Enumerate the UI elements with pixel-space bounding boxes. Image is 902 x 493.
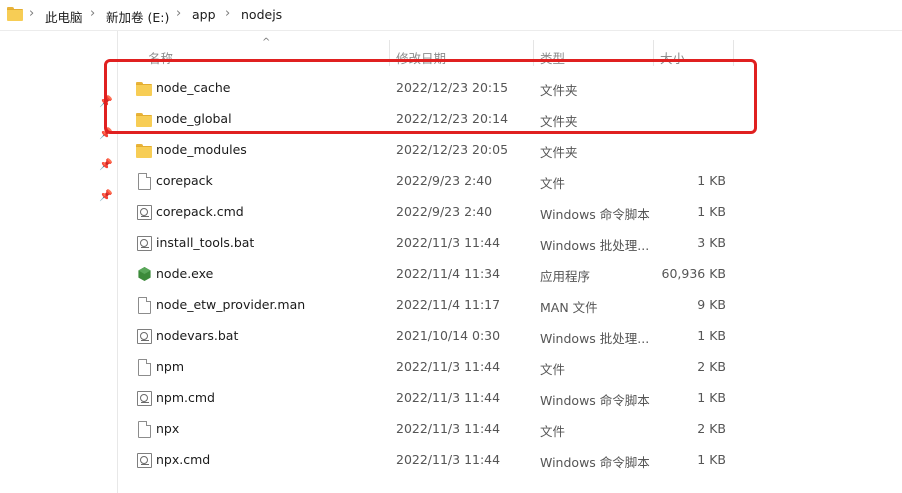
file-type: Windows 批处理... — [540, 331, 650, 346]
file-name: node_etw_provider.man — [156, 297, 306, 312]
file-date: 2022/12/23 20:05 — [396, 142, 509, 157]
breadcrumb-app[interactable]: app — [192, 7, 216, 22]
file-row[interactable]: npx 2022/11/3 11:44 文件 2 KB — [118, 414, 738, 445]
file-row[interactable]: node.exe 2022/11/4 11:34 应用程序 60,936 KB — [118, 259, 738, 290]
file-date: 2022/9/23 2:40 — [396, 173, 493, 188]
script-icon — [136, 235, 152, 251]
breadcrumb-this-pc[interactable]: 此电脑 — [45, 7, 83, 26]
file-date: 2022/11/3 11:44 — [396, 235, 501, 250]
folder-icon — [136, 142, 152, 158]
file-date: 2022/11/4 11:17 — [396, 297, 501, 312]
file-name: nodevars.bat — [156, 328, 239, 343]
script-icon — [136, 204, 152, 220]
file-type: Windows 命令脚本 — [540, 393, 650, 408]
file-type: 文件 — [540, 424, 566, 439]
file-name: install_tools.bat — [156, 235, 255, 250]
file-date: 2022/11/3 11:44 — [396, 421, 501, 436]
file-name: corepack — [156, 173, 213, 188]
pin-icon[interactable]: 📌 — [99, 159, 113, 171]
file-row[interactable]: node_etw_provider.man 2022/11/4 11:17 MAN … — [118, 290, 738, 321]
file-type: 文件 — [540, 362, 566, 377]
file-size: 1 KB — [697, 390, 726, 405]
file-row[interactable]: npm 2022/11/3 11:44 文件 2 KB — [118, 352, 738, 383]
sort-ascending-icon: ^ — [262, 37, 271, 48]
file-size: 1 KB — [697, 452, 726, 467]
file-type: 文件 — [540, 176, 566, 191]
file-date: 2022/9/23 2:40 — [396, 204, 493, 219]
file-row[interactable]: npm.cmd 2022/11/3 11:44 Windows 命令脚本 1 KB — [118, 383, 738, 414]
file-row[interactable]: npx.cmd 2022/11/3 11:44 Windows 命令脚本 1 KB — [118, 445, 738, 476]
script-icon — [136, 390, 152, 406]
highlight-box — [104, 59, 757, 134]
file-icon — [136, 359, 152, 376]
file-row[interactable]: corepack.cmd 2022/9/23 2:40 Windows 命令脚本 1 … — [118, 197, 738, 228]
file-type: Windows 批处理... — [540, 238, 650, 253]
file-name: corepack.cmd — [156, 204, 244, 219]
file-size: 2 KB — [697, 359, 726, 374]
file-name: npx.cmd — [156, 452, 211, 467]
file-row[interactable]: install_tools.bat 2022/11/3 11:44 Windows … — [118, 228, 738, 259]
chevron-right-icon: › — [176, 6, 182, 21]
file-size: 60,936 KB — [661, 266, 726, 281]
address-bar[interactable]: › 此电脑 › 新加卷 (E:) › app › nodejs — [0, 0, 902, 31]
file-date: 2022/11/3 11:44 — [396, 390, 501, 405]
folder-icon — [7, 7, 23, 21]
file-date: 2022/11/3 11:44 — [396, 452, 501, 467]
file-name: node_modules — [156, 142, 247, 157]
file-name: npm.cmd — [156, 390, 215, 405]
file-date: 2022/11/3 11:44 — [396, 359, 501, 374]
script-icon — [136, 328, 152, 344]
breadcrumb-drive[interactable]: 新加卷 (E:) — [106, 7, 169, 26]
file-row[interactable]: node_modules 2022/12/23 20:05 文件夹 — [118, 135, 738, 166]
file-size: 1 KB — [697, 204, 726, 219]
file-name: npm — [156, 359, 185, 374]
file-name: node.exe — [156, 266, 214, 281]
file-row[interactable]: corepack 2022/9/23 2:40 文件 1 KB — [118, 166, 738, 197]
file-icon — [136, 173, 152, 190]
file-date: 2022/11/4 11:34 — [396, 266, 501, 281]
node-exe-icon — [136, 266, 152, 282]
file-row[interactable]: nodevars.bat 2021/10/14 0:30 Windows 批处理..… — [118, 321, 738, 352]
file-icon — [136, 421, 152, 438]
file-name: npx — [156, 421, 180, 436]
file-type: 应用程序 — [540, 269, 591, 284]
navigation-pane: 📌 📌 📌 📌 — [0, 31, 118, 493]
file-size: 9 KB — [697, 297, 726, 312]
pin-icon[interactable]: 📌 — [99, 190, 113, 202]
file-size: 2 KB — [697, 421, 726, 436]
file-size: 3 KB — [697, 235, 726, 250]
file-type: 文件夹 — [540, 145, 578, 160]
chevron-right-icon: › — [90, 6, 96, 21]
script-icon — [136, 452, 152, 468]
file-date: 2021/10/14 0:30 — [396, 328, 501, 343]
file-type: MAN 文件 — [540, 300, 598, 315]
file-type: Windows 命令脚本 — [540, 455, 650, 470]
chevron-right-icon: › — [29, 6, 35, 21]
chevron-right-icon: › — [225, 6, 231, 21]
file-type: Windows 命令脚本 — [540, 207, 650, 222]
file-size: 1 KB — [697, 173, 726, 188]
file-size: 1 KB — [697, 328, 726, 343]
file-icon — [136, 297, 152, 314]
breadcrumb-nodejs[interactable]: nodejs — [241, 7, 282, 22]
